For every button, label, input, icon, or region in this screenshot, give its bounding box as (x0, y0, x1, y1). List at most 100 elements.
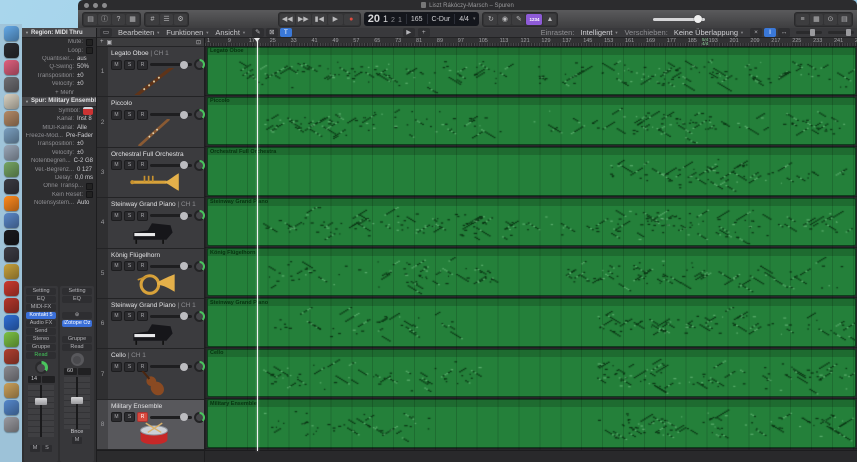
dock-icon-preview-app[interactable] (3, 128, 19, 143)
key-display[interactable]: C-Dur (432, 16, 451, 23)
media-browser-icon[interactable]: ▦ (809, 13, 823, 25)
menu-functions[interactable]: Funktionen ▼ (166, 28, 209, 37)
apple-loops-icon[interactable]: ▤ (837, 13, 851, 25)
inspector-row[interactable]: Notensystem... Auto (22, 199, 96, 207)
midi-region-legato-oboe[interactable]: Legato Oboe (207, 46, 856, 95)
track-header-piccolo[interactable]: 2 Piccolo M S R (97, 97, 205, 148)
track-header-steinway-grand-piano[interactable]: 6 Steinway Grand Piano | CH 1MSR (97, 298, 205, 350)
catch-playhead-button[interactable]: T (279, 28, 292, 37)
no-overlap-icon[interactable]: ⊠ (265, 28, 278, 37)
strip-slot-read[interactable]: Read (62, 343, 92, 351)
track-name[interactable]: Legato Oboe | CH 1 (111, 50, 169, 57)
param-value[interactable]: C-2 G8 (74, 158, 93, 164)
param-checkbox[interactable] (86, 191, 93, 199)
track-volume-slider[interactable] (150, 312, 192, 321)
dock-icon-speaker-app[interactable] (3, 230, 19, 245)
inspector-row[interactable]: Kein Reset: (22, 191, 96, 199)
solo-button[interactable]: S (42, 445, 52, 452)
inspector-row[interactable]: Delay: 0,0 ms (22, 174, 96, 182)
inspector-row[interactable]: Mute: (22, 38, 96, 46)
dock-icon-collage-app[interactable] (3, 111, 19, 126)
dock-icon-folder-app[interactable] (3, 213, 19, 228)
track-name[interactable]: Military Ensemble (111, 403, 162, 410)
param-checkbox[interactable] (86, 47, 93, 55)
titlebar[interactable]: Liszt Rákóczy-Marsch – Spuren (78, 0, 857, 10)
rewind-button[interactable]: ◀◀ (279, 13, 295, 25)
crossfade-icon[interactable]: × (750, 28, 763, 37)
dock-icon-media-app[interactable] (3, 162, 19, 177)
dock-icon-bbedit[interactable] (3, 315, 19, 330)
record-button[interactable]: ● (343, 13, 359, 25)
pan-knob[interactable] (70, 353, 84, 366)
strip-slot-stereo[interactable]: Stereo (26, 335, 56, 343)
region-inspector-header[interactable]: ▼ Region: MIDI Thru (22, 28, 96, 38)
inspector-row[interactable]: Quantisier... aus (22, 55, 96, 63)
autopunch-button[interactable]: ✎ (512, 13, 526, 25)
inspector-row[interactable]: Ohne Transp... (22, 182, 96, 190)
midi-region-cello[interactable]: Cello (207, 348, 856, 398)
track-header-orchestral-full-orchestra[interactable]: 3 Orchestral Full Orchestra M S R (97, 147, 205, 199)
toolbar-icon[interactable]: ▦ (126, 13, 139, 25)
track-name[interactable]: Cello | CH 1 (111, 352, 146, 359)
param-value[interactable]: Alle (77, 125, 93, 131)
midi-in-icon[interactable]: ▭ (100, 28, 112, 37)
dock-icon-final-cut[interactable] (3, 247, 19, 262)
inspector-row[interactable]: Loop: (22, 46, 96, 55)
inspector-row[interactable]: MIDI-Kanal: Alle (22, 124, 96, 132)
track-volume-slider[interactable] (150, 362, 192, 371)
track-name[interactable]: Orchestral Full Orchestra (111, 151, 184, 158)
menu-edit[interactable]: Bearbeiten ▼ (118, 28, 160, 37)
strip-slot-gruppe[interactable]: Gruppe (62, 335, 92, 343)
smart-controls-icon[interactable]: # (146, 13, 159, 25)
metronome-button[interactable]: ▲ (543, 13, 557, 25)
mixer-icon[interactable]: ☰ (160, 13, 173, 25)
param-value[interactable]: Pre-Fader (66, 133, 93, 139)
track-volume-slider[interactable] (150, 262, 192, 271)
lcd-display[interactable]: 20 1 2 1 165 C-Dur 4/4 ▾ (363, 12, 480, 26)
param-checkbox[interactable] (86, 38, 93, 46)
tempo-display[interactable]: 165 (411, 16, 423, 23)
replace-button[interactable]: ◉ (498, 13, 512, 25)
add-track-button[interactable]: + (100, 39, 104, 45)
track-volume-slider[interactable] (150, 110, 192, 119)
pencil-icon[interactable]: ✎ (251, 28, 264, 37)
track-volume-slider[interactable] (150, 413, 192, 422)
strip-value-2[interactable] (41, 376, 55, 383)
param-value[interactable]: ±0 (77, 81, 93, 87)
track-symbol-drum-icon[interactable] (83, 106, 93, 115)
menu-view[interactable]: Ansicht ▼ (215, 28, 246, 37)
param-value[interactable]: 50% (77, 64, 93, 70)
volume-knob[interactable] (694, 14, 703, 23)
snap-menu[interactable]: Intelligent ▼ (580, 28, 618, 37)
param-value[interactable]: aus (77, 56, 93, 62)
vertical-zoom-slider[interactable] (828, 29, 855, 36)
inspector-row[interactable]: Q-Swing: 50% (22, 63, 96, 71)
param-value[interactable]: 0 127 (77, 167, 93, 173)
inspector-row[interactable]: Velocity: ±0 (22, 80, 96, 88)
horizontal-zoom-slider[interactable] (796, 29, 823, 36)
duplicate-track-icon[interactable]: ▣ (107, 39, 113, 46)
strip-slot-setting[interactable]: Setting (62, 287, 92, 295)
track-volume-slider[interactable] (150, 211, 192, 220)
timesig-change-marker[interactable]: 5/4 4/4 (702, 38, 708, 46)
search-icon[interactable]: ⊙ (823, 13, 837, 25)
position-tick[interactable]: 1 (398, 17, 402, 24)
fader-handle[interactable] (35, 397, 47, 405)
param-value[interactable]: 0,0 ms (75, 175, 93, 181)
param-value[interactable]: Inst 8 (77, 116, 93, 122)
volume-fader[interactable] (64, 377, 90, 429)
dock-icon-restricted-app[interactable] (3, 281, 19, 296)
dock-icon-red-tool-app[interactable] (3, 349, 19, 364)
strip-slot-read[interactable]: Read (26, 351, 56, 359)
strip-slot-send[interactable]: Send (26, 327, 56, 335)
dock-icon-orange-app[interactable] (3, 383, 19, 398)
inspector-row[interactable]: Transposition: ±0 (22, 140, 96, 148)
goto-begin-button[interactable]: ▮◀ (311, 13, 327, 25)
strip-value[interactable]: 14 (27, 376, 41, 383)
play-button[interactable]: ▶ (327, 13, 343, 25)
inspector-row[interactable]: Kanal: Inst 8 (22, 115, 96, 123)
midi-region-steinway-grand-piano[interactable]: Steinway Grand Piano (207, 197, 856, 247)
track-header-military-ensemble[interactable]: 8 Military Ensemble M S R (97, 399, 205, 451)
left-click-tool-menu[interactable]: ▶ (402, 28, 415, 37)
strip-slot-izotope-oz[interactable]: iZotope Oz (62, 319, 92, 327)
